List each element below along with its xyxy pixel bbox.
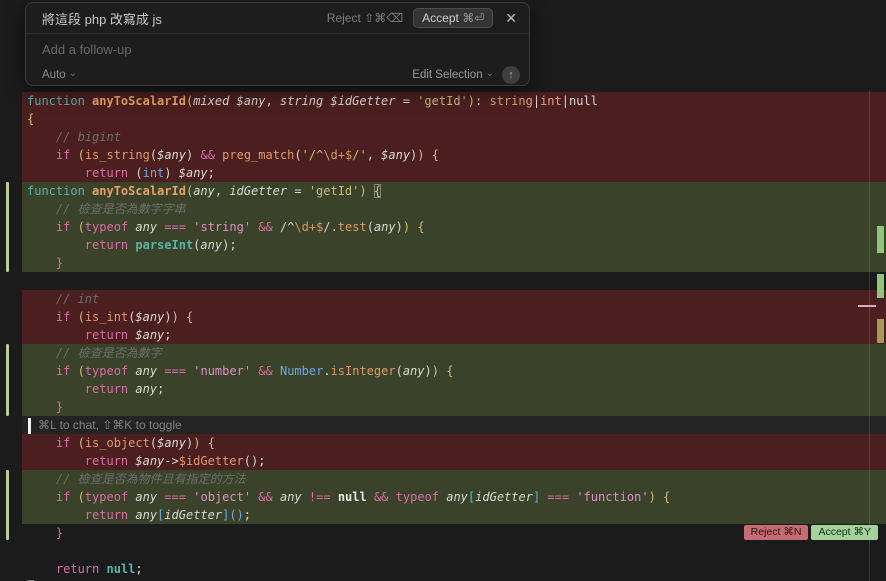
code-line: return parseInt(any); <box>22 236 886 254</box>
close-icon[interactable]: ✕ <box>505 11 517 25</box>
code-line: return any; <box>22 380 886 398</box>
accept-shortcut: ⌘⏎ <box>462 11 484 25</box>
code-editor[interactable]: function anyToScalarId(mixed $any, strin… <box>0 86 886 581</box>
overview-mark-modified <box>877 319 884 343</box>
diff-added-gutter-bar <box>6 470 9 540</box>
prompt-text: 將這段 php 改寫成 js <box>42 9 327 28</box>
code-line: if (typeof any === 'string' && /^\d+$/.t… <box>22 218 886 236</box>
followup-placeholder: Add a follow-up <box>42 42 132 57</box>
column-ruler-line <box>869 90 870 581</box>
code-line: return (int) $any; <box>22 164 886 182</box>
code-line: function anyToScalarId(mixed $any, strin… <box>22 92 886 110</box>
code-line: return any[idGetter](); <box>22 506 886 524</box>
overview-mark-added <box>877 226 884 253</box>
keyboard-hint-text: ⌘L to chat, ⇧⌘K to toggle <box>38 418 182 432</box>
diff-added-gutter-bar <box>6 182 9 272</box>
diff-reject-shortcut: ⌘N <box>783 526 801 538</box>
diff-accept-button[interactable]: Accept ⌘Y <box>811 525 878 540</box>
followup-input[interactable]: Add a follow-up <box>26 34 529 64</box>
inline-edit-prompt-panel: 將這段 php 改寫成 js Reject ⇧⌘⌫ Accept ⌘⏎ ✕ Ad… <box>25 2 530 86</box>
diff-code-lines: function anyToScalarId(mixed $any, strin… <box>22 92 886 581</box>
inline-hint-line: ⌘L to chat, ⇧⌘K to toggle <box>22 416 886 434</box>
overview-cursor-mark <box>858 305 876 307</box>
code-line: if (is_int($any)) { <box>22 308 886 326</box>
reject-label: Reject <box>327 11 361 25</box>
prompt-reject-button[interactable]: Reject ⇧⌘⌫ <box>327 11 403 25</box>
code-line: return $any->$idGetter(); <box>22 452 886 470</box>
code-line <box>22 272 886 290</box>
diff-hunk-actions: Reject ⌘N Accept ⌘Y <box>744 525 878 540</box>
mode-selector-label: Edit Selection <box>412 69 482 81</box>
model-selector-label: Auto <box>42 69 66 81</box>
editor-screen: function anyToScalarId(mixed $any, strin… <box>0 0 886 581</box>
diff-added-gutter-bar <box>6 344 9 416</box>
code-line: } <box>22 254 886 272</box>
accept-label: Accept <box>422 11 459 25</box>
code-line: // 檢查是否為數字字串 <box>22 200 886 218</box>
code-line: return null; <box>22 560 886 578</box>
code-line <box>22 542 886 560</box>
code-line: { <box>22 110 886 128</box>
model-selector[interactable]: Auto⌄ <box>42 69 77 81</box>
code-line: return $any; <box>22 326 886 344</box>
code-line: // 檢查是否為數字 <box>22 344 886 362</box>
prompt-accept-button[interactable]: Accept ⌘⏎ <box>413 8 493 28</box>
code-line: } <box>22 398 886 416</box>
submit-button[interactable]: ↑ <box>502 66 520 84</box>
code-line: // 檢查是否為物件且有指定的方法 <box>22 470 886 488</box>
diff-accept-shortcut: ⌘Y <box>853 526 871 538</box>
code-line: function anyToScalarId(any, idGetter = '… <box>22 182 886 200</box>
prompt-header-row: 將這段 php 改寫成 js Reject ⇧⌘⌫ Accept ⌘⏎ ✕ <box>26 3 529 34</box>
code-line: // int <box>22 290 886 308</box>
code-line: if (typeof any === 'number' && Number.is… <box>22 362 886 380</box>
arrow-up-icon: ↑ <box>508 69 514 81</box>
prompt-footer-row: Auto⌄ Edit Selection⌄ ↑ <box>26 64 529 86</box>
reject-shortcut: ⇧⌘⌫ <box>364 11 403 25</box>
code-line: if (is_string($any) && preg_match('/^\d+… <box>22 146 886 164</box>
chevron-down-icon: ⌄ <box>69 68 77 79</box>
overview-mark-added <box>877 274 884 298</box>
diff-reject-button[interactable]: Reject ⌘N <box>744 525 809 540</box>
code-line: if (is_object($any)) { <box>22 434 886 452</box>
chevron-down-icon: ⌄ <box>486 68 494 79</box>
code-line: if (typeof any === 'object' && any !== n… <box>22 488 886 506</box>
diff-reject-label: Reject <box>751 526 781 538</box>
code-line: // bigint <box>22 128 886 146</box>
text-cursor <box>28 418 31 434</box>
mode-selector[interactable]: Edit Selection ⌄ <box>412 69 494 81</box>
diff-accept-label: Accept <box>818 526 850 538</box>
